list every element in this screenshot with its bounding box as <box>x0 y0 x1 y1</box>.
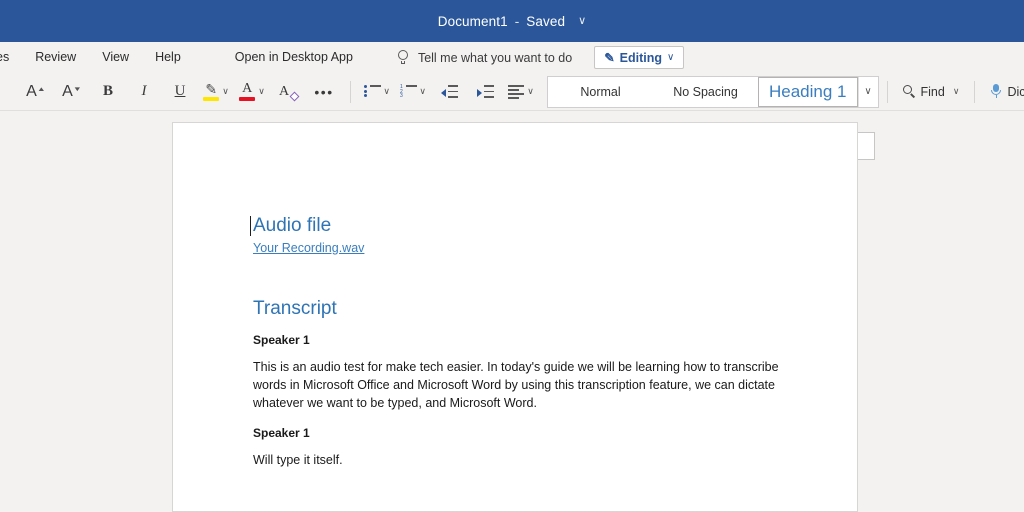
style-heading-1[interactable]: Heading 1 <box>758 77 858 107</box>
pencil-icon: ✎ <box>604 50 614 65</box>
highlight-chevron-down-icon[interactable]: ∨ <box>222 87 229 96</box>
clear-formatting-icon: A <box>279 84 297 100</box>
style-gallery-chevron-down-icon[interactable]: ∨ <box>858 77 878 107</box>
spacer-after-audio <box>253 257 793 298</box>
lightbulb-icon <box>396 50 410 65</box>
save-status: Saved <box>526 14 565 29</box>
decrease-indent-icon <box>441 85 458 98</box>
tab-references-clipped[interactable]: es <box>0 42 22 73</box>
style-gallery: Normal No Spacing Heading 1 ∨ <box>547 76 879 108</box>
font-color-icon: A <box>239 82 255 101</box>
spacer-1 <box>253 348 793 359</box>
ribbon-divider-3 <box>974 81 975 103</box>
numbered-list-button[interactable]: 123 ∨ <box>395 78 431 106</box>
title-chevron-down-icon[interactable]: ∨ <box>578 16 586 27</box>
ribbon-divider-2 <box>887 81 888 103</box>
open-in-desktop-app-button[interactable]: Open in Desktop App <box>222 42 366 73</box>
decrease-indent-button[interactable] <box>431 78 467 106</box>
increase-indent-icon <box>477 85 494 98</box>
highlight-color-button[interactable]: ✎ ∨ <box>198 78 234 106</box>
side-pane-handle[interactable] <box>858 132 875 160</box>
spacer-after-transcript-heading <box>253 320 793 333</box>
tab-review[interactable]: Review <box>22 42 89 73</box>
document-content: Audio file Your Recording.wav Transcript… <box>253 215 793 470</box>
bullet-list-chevron-down-icon[interactable]: ∨ <box>383 87 390 96</box>
dictate-label: Dictate <box>1007 85 1024 99</box>
bold-icon: B <box>103 83 113 100</box>
editing-mode-button[interactable]: ✎ Editing ∨ <box>594 46 684 69</box>
dictate-button[interactable]: Dictate ∨ <box>983 78 1024 106</box>
tab-help[interactable]: Help <box>142 42 194 73</box>
font-color-button[interactable]: A ∨ <box>234 78 270 106</box>
ellipsis-icon: ••• <box>314 84 333 100</box>
spacer-2 <box>253 413 793 426</box>
document-title-group[interactable]: Document1 - Saved ∨ <box>438 14 586 29</box>
editing-mode-label: Editing <box>620 51 662 65</box>
ribbon-divider <box>350 81 351 103</box>
underline-icon: U <box>175 83 186 100</box>
bullet-list-button[interactable]: ∨ <box>359 78 395 106</box>
spacer-3 <box>253 441 793 452</box>
search-icon <box>903 85 916 98</box>
find-chevron-down-icon[interactable]: ∨ <box>953 87 960 96</box>
tab-view[interactable]: View <box>89 42 142 73</box>
shrink-font-icon: A <box>62 83 82 101</box>
tell-me-placeholder: Tell me what you want to do <box>418 51 572 65</box>
heading-audio-file-text: Audio file <box>253 215 331 236</box>
more-font-options-button[interactable]: ••• <box>306 78 342 106</box>
italic-button[interactable]: I <box>126 78 162 106</box>
title-separator: - <box>515 14 520 29</box>
shrink-font-button[interactable]: A <box>54 78 90 106</box>
highlighter-pen-icon: ✎ <box>203 82 219 101</box>
document-name: Document1 <box>438 14 508 29</box>
tell-me-search[interactable]: Tell me what you want to do <box>396 50 572 65</box>
audio-file-link[interactable]: Your Recording.wav <box>253 241 364 255</box>
align-icon <box>508 85 524 98</box>
bold-button[interactable]: B <box>90 78 126 106</box>
clear-formatting-button[interactable]: A <box>270 78 306 106</box>
numbered-list-chevron-down-icon[interactable]: ∨ <box>419 87 426 96</box>
font-color-chevron-down-icon[interactable]: ∨ <box>258 87 265 96</box>
find-label: Find <box>921 85 945 99</box>
italic-icon: I <box>142 83 147 100</box>
ribbon-command-bar: A A B I U ✎ ∨ A ∨ A <box>0 73 1024 111</box>
speaker-label-2: Speaker 1 <box>253 426 793 442</box>
document-page[interactable]: Audio file Your Recording.wav Transcript… <box>172 122 858 512</box>
word-online-window: Document1 - Saved ∨ es Review View Help … <box>0 0 1024 512</box>
document-canvas: Audio file Your Recording.wav Transcript… <box>0 111 1024 512</box>
style-no-spacing[interactable]: No Spacing <box>653 77 758 107</box>
transcript-paragraph-1: This is an audio test for make tech easi… <box>253 359 793 412</box>
heading-transcript: Transcript <box>253 298 793 320</box>
text-cursor <box>250 216 251 236</box>
microphone-icon <box>990 84 1002 99</box>
speaker-label-1: Speaker 1 <box>253 333 793 349</box>
ribbon-tab-strip: es Review View Help Open in Desktop App … <box>0 42 1024 73</box>
editing-chevron-down-icon[interactable]: ∨ <box>667 52 674 63</box>
title-bar: Document1 - Saved ∨ <box>0 0 1024 42</box>
underline-button[interactable]: U <box>162 78 198 106</box>
bullet-list-icon <box>364 85 380 98</box>
numbered-list-icon: 123 <box>400 85 416 98</box>
alignment-chevron-down-icon[interactable]: ∨ <box>527 87 534 96</box>
style-normal[interactable]: Normal <box>548 77 653 107</box>
grow-font-button[interactable]: A <box>18 78 54 106</box>
grow-font-icon: A <box>26 83 46 101</box>
increase-indent-button[interactable] <box>467 78 503 106</box>
find-button[interactable]: Find ∨ <box>896 78 967 106</box>
transcript-paragraph-2: Will type it itself. <box>253 452 793 470</box>
heading-audio-file: Audio file <box>253 215 793 237</box>
paragraph-alignment-button[interactable]: ∨ <box>503 78 539 106</box>
